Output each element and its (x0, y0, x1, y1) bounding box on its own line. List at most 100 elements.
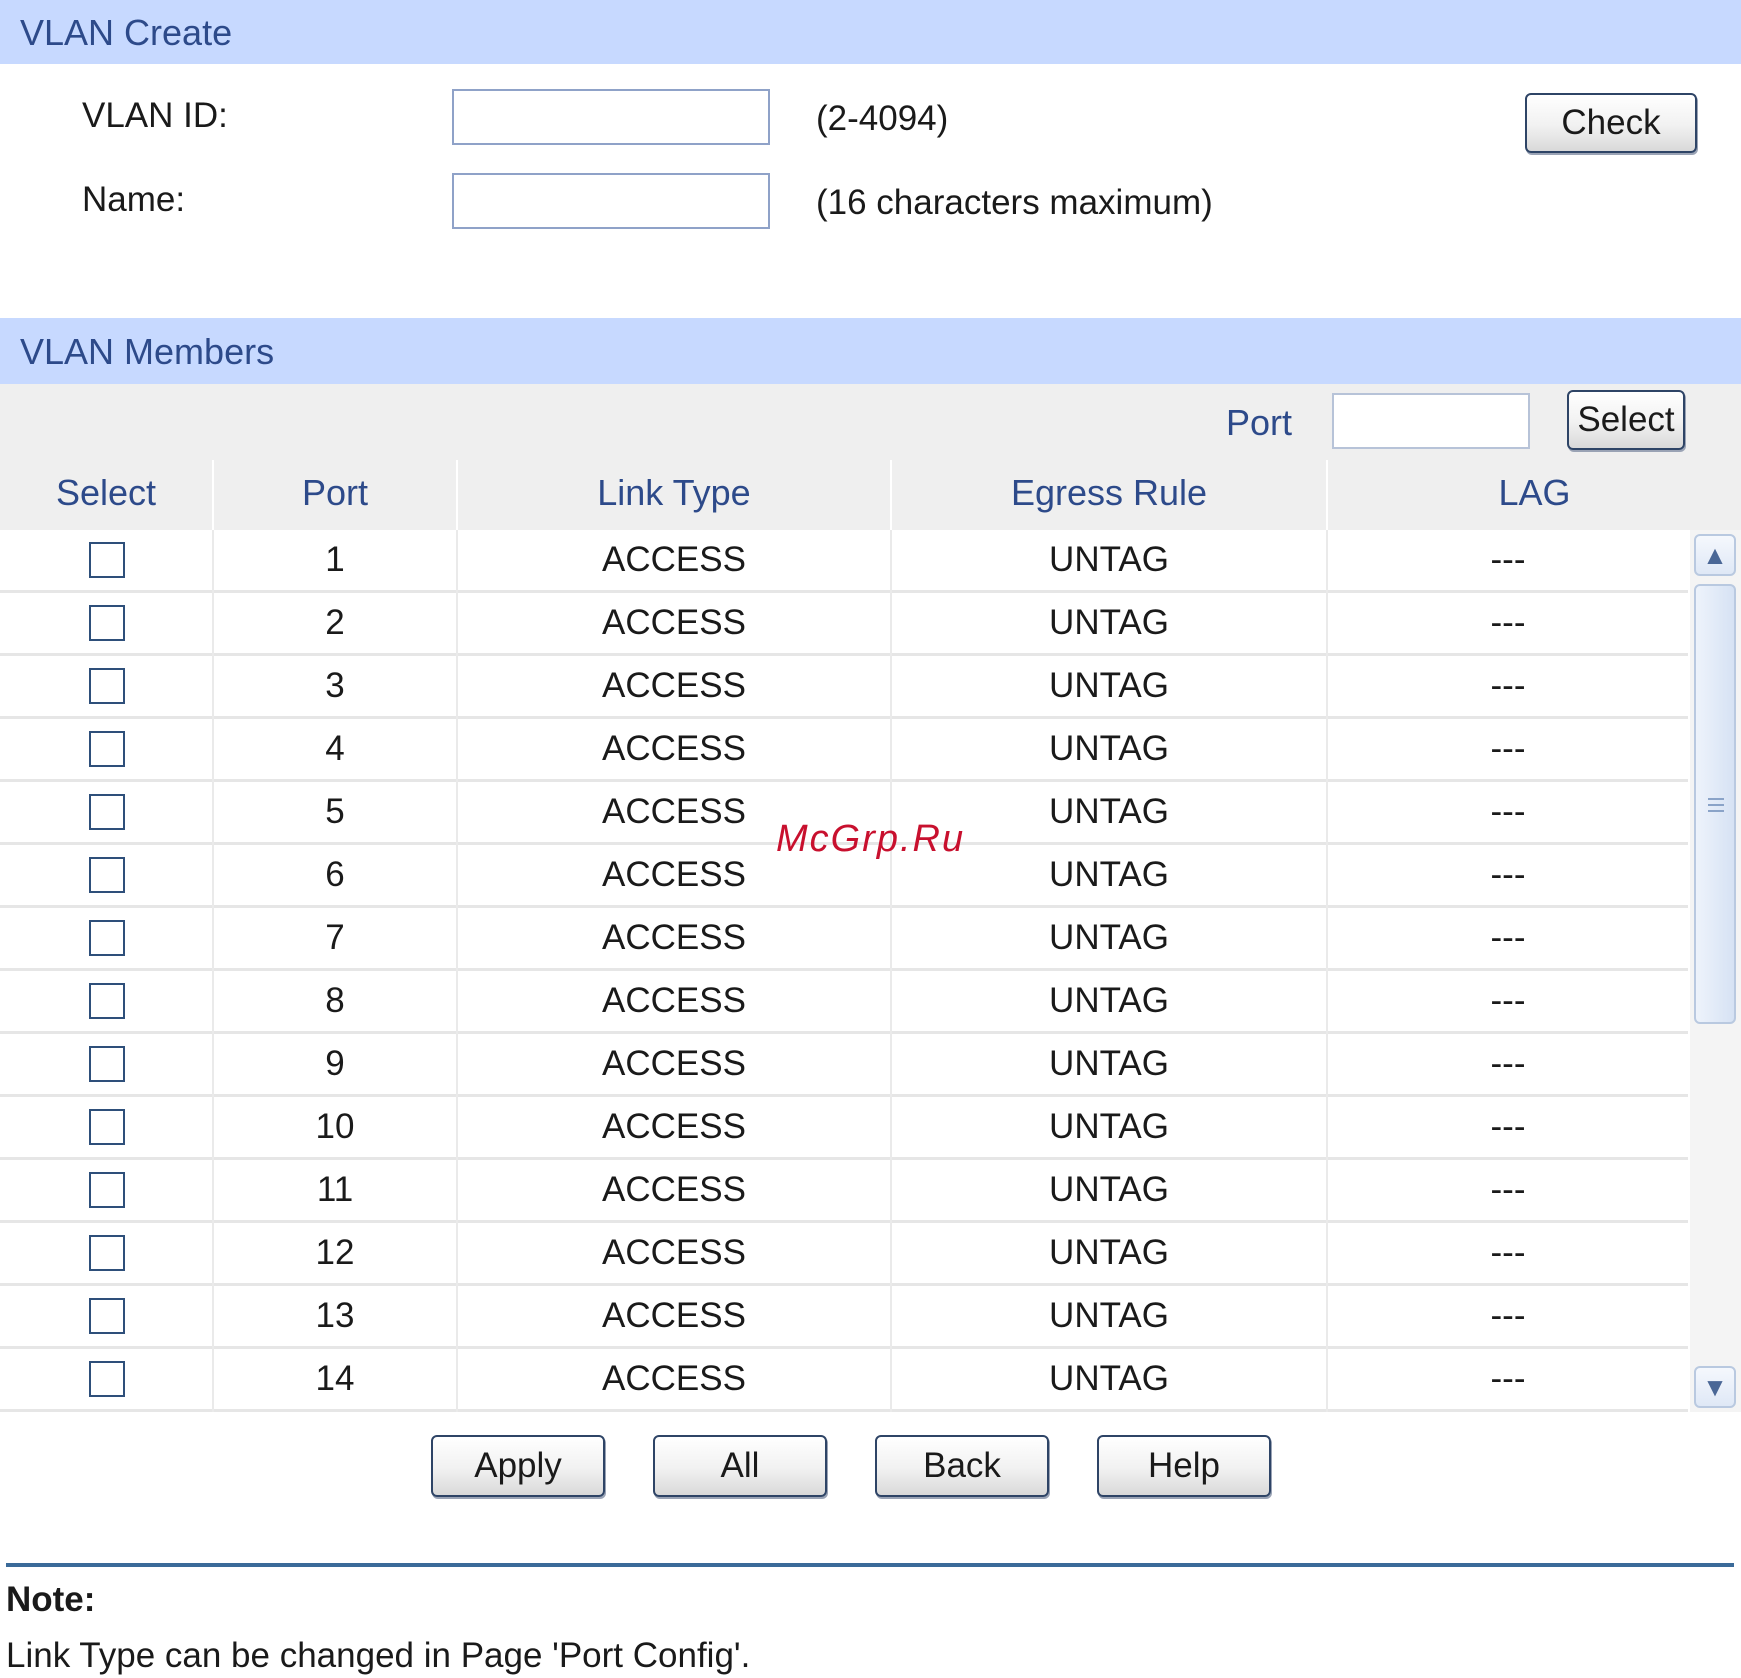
vlan-create-header: VLAN Create (0, 0, 1741, 64)
port-cell: 1 (325, 540, 345, 579)
row-select-checkbox[interactable] (89, 542, 125, 578)
vlan-id-input[interactable] (452, 89, 770, 145)
link-type-cell: ACCESS (602, 666, 746, 705)
lag-cell: --- (1490, 1296, 1526, 1335)
col-divider (1326, 530, 1328, 1412)
port-cell: 9 (325, 1044, 345, 1083)
link-type-cell: ACCESS (602, 729, 746, 768)
row-select-checkbox[interactable] (89, 731, 125, 767)
port-filter-input[interactable] (1332, 393, 1530, 449)
lag-cell: --- (1490, 540, 1526, 579)
grip-line (1708, 798, 1724, 800)
row-select-checkbox[interactable] (89, 605, 125, 641)
table-row: 4 ACCESS UNTAG --- (0, 719, 1688, 782)
row-select-checkbox[interactable] (89, 857, 125, 893)
vlan-id-label: VLAN ID: (82, 96, 228, 135)
lag-cell: --- (1490, 792, 1526, 831)
col-divider (890, 530, 892, 1412)
vlan-name-input[interactable] (452, 173, 770, 229)
lag-cell: --- (1490, 855, 1526, 894)
row-select-checkbox[interactable] (89, 1172, 125, 1208)
port-cell: 5 (325, 792, 345, 831)
col-divider (456, 530, 458, 1412)
port-cell: 14 (315, 1359, 355, 1398)
vlan-name-hint: (16 characters maximum) (816, 183, 1213, 222)
name-label: Name: (82, 180, 186, 219)
egress-rule-cell: UNTAG (1049, 1296, 1169, 1335)
lag-cell: --- (1490, 1359, 1526, 1398)
lag-cell: --- (1490, 603, 1526, 642)
table-row: 10 ACCESS UNTAG --- (0, 1097, 1688, 1160)
grip-line (1708, 810, 1724, 812)
port-filter-label: Port (1226, 402, 1293, 443)
col-header-lag: LAG (1498, 472, 1571, 513)
link-type-cell: ACCESS (602, 540, 746, 579)
port-cell: 11 (316, 1170, 354, 1209)
row-select-checkbox[interactable] (89, 1298, 125, 1334)
egress-rule-cell: UNTAG (1049, 729, 1169, 768)
note-text: Link Type can be changed in Page 'Port C… (6, 1636, 751, 1675)
egress-rule-cell: UNTAG (1049, 540, 1169, 579)
egress-rule-cell: UNTAG (1049, 1359, 1169, 1398)
grip-line (1708, 804, 1724, 806)
egress-rule-cell: UNTAG (1049, 918, 1169, 957)
table-scrollbar[interactable]: ▲ ▼ (1690, 530, 1741, 1412)
table-row: 9 ACCESS UNTAG --- (0, 1034, 1688, 1097)
chevron-up-icon[interactable]: ▲ (1694, 534, 1736, 576)
link-type-cell: ACCESS (602, 1170, 746, 1209)
back-button[interactable]: Back (875, 1435, 1049, 1497)
link-type-cell: ACCESS (602, 603, 746, 642)
lag-cell: --- (1490, 1170, 1526, 1209)
row-select-checkbox[interactable] (89, 794, 125, 830)
port-cell: 10 (315, 1107, 355, 1146)
port-cell: 3 (325, 666, 345, 705)
col-header-egress-rule: Egress Rule (1010, 472, 1208, 513)
table-row: 11 ACCESS UNTAG --- (0, 1160, 1688, 1223)
row-select-checkbox[interactable] (89, 983, 125, 1019)
egress-rule-cell: UNTAG (1049, 1170, 1169, 1209)
lag-cell: --- (1490, 918, 1526, 957)
port-cell: 8 (325, 981, 345, 1020)
port-cell: 12 (315, 1233, 355, 1272)
note-divider (6, 1563, 1734, 1567)
table-row: 14 ACCESS UNTAG --- (0, 1349, 1688, 1412)
table-row: 7 ACCESS UNTAG --- (0, 908, 1688, 971)
col-header-select[interactable]: Select (0, 460, 212, 530)
lag-cell: --- (1490, 666, 1526, 705)
select-button[interactable]: Select (1567, 390, 1685, 450)
col-header-port: Port (301, 472, 369, 513)
row-select-checkbox[interactable] (89, 1109, 125, 1145)
row-select-checkbox[interactable] (89, 1361, 125, 1397)
members-table-body: 1 ACCESS UNTAG --- 2 ACCESS UNTAG --- 3 ACCESS UNT… (0, 530, 1688, 1412)
vlan-id-hint: (2-4094) (816, 99, 949, 138)
lag-cell: --- (1490, 1044, 1526, 1083)
table-row: 1 ACCESS UNTAG --- (0, 530, 1688, 593)
note-title: Note: (6, 1580, 96, 1619)
egress-rule-cell: UNTAG (1049, 603, 1169, 642)
all-button[interactable]: All (653, 1435, 827, 1497)
row-select-checkbox[interactable] (89, 668, 125, 704)
table-header: Select Port Link Type Egress Rule LAG (0, 460, 1741, 530)
row-select-checkbox[interactable] (89, 1235, 125, 1271)
watermark-text: McGrp.Ru (776, 818, 966, 860)
port-cell: 13 (315, 1296, 355, 1335)
check-button[interactable]: Check (1525, 93, 1697, 153)
col-header-link-type: Link Type (597, 472, 751, 513)
egress-rule-cell: UNTAG (1049, 1107, 1169, 1146)
help-button[interactable]: Help (1097, 1435, 1271, 1497)
egress-rule-cell: UNTAG (1049, 1044, 1169, 1083)
link-type-cell: ACCESS (602, 918, 746, 957)
port-filter-toolbar: Port Select (0, 384, 1741, 460)
apply-button[interactable]: Apply (431, 1435, 605, 1497)
egress-rule-cell: UNTAG (1049, 1233, 1169, 1272)
col-divider (212, 530, 214, 1412)
scrollbar-thumb[interactable] (1694, 584, 1736, 1024)
link-type-cell: ACCESS (602, 1233, 746, 1272)
table-row: 2 ACCESS UNTAG --- (0, 593, 1688, 656)
row-select-checkbox[interactable] (89, 920, 125, 956)
row-select-checkbox[interactable] (89, 1046, 125, 1082)
link-type-cell: ACCESS (602, 1107, 746, 1146)
port-cell: 2 (325, 603, 345, 642)
port-cell: 7 (325, 918, 345, 957)
chevron-down-icon[interactable]: ▼ (1694, 1366, 1736, 1408)
